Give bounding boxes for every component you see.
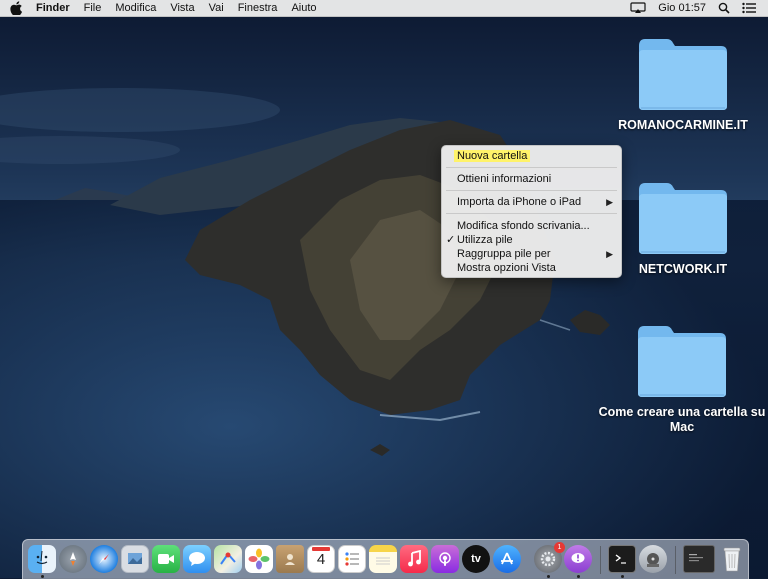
folder-label: ROMANOCARMINE.IT [618,118,748,132]
recent-window-icon[interactable] [683,545,715,573]
folder-icon [638,326,726,397]
menu-item-importa-iphone[interactable]: Importa da iPhone o iPad [457,195,613,209]
folder-icon [639,183,727,254]
menu-item-label: Utilizza pile [457,234,513,246]
apple-menu-icon[interactable] [9,1,23,15]
folder-icon [639,39,727,110]
menu-item-nuova-cartella[interactable]: Nuova cartella [454,149,531,163]
desktop-folder[interactable]: ROMANOCARMINE.IT [603,36,763,133]
menu-aiuto[interactable]: Aiuto [291,2,316,14]
contacts-icon[interactable] [276,545,304,573]
menu-item-raggruppa-pile[interactable]: Raggruppa pile per [457,247,551,261]
submenu-arrow-icon: ▶ [606,197,613,207]
menu-item-label: Raggruppa pile per [457,248,551,260]
terminal-icon[interactable] [608,545,636,573]
menu-modifica[interactable]: Modifica [115,2,156,14]
menu-item-ottieni-informazioni[interactable]: Ottieni informazioni [457,172,551,186]
menu-separator [446,190,617,191]
menu-vista[interactable]: Vista [170,2,194,14]
spotlight-search-icon[interactable] [718,2,730,14]
facetime-icon[interactable] [152,545,180,573]
feedback-assistant-icon[interactable] [564,545,592,573]
preview-icon[interactable] [121,545,149,573]
menu-file[interactable]: File [84,2,102,14]
checkmark-icon: ✓ [446,234,456,246]
desktop-folder[interactable]: NETCWORK.IT [603,180,763,277]
dock-divider [675,546,676,574]
reminders-icon[interactable] [338,545,366,573]
submenu-arrow-icon: ▶ [606,249,613,259]
airplay-display-icon[interactable] [630,2,646,14]
menu-item-label: Importa da iPhone o iPad [457,196,582,208]
desktop-folder[interactable]: Come creare una cartella su Mac [596,323,768,435]
dock: 4 tv 1 [22,539,749,579]
desktop-context-menu: Nuova cartella Ottieni informazioni Impo… [441,145,622,278]
menu-separator [446,167,617,168]
menu-finestra[interactable]: Finestra [238,2,278,14]
menu-clock[interactable]: Gio 01:57 [658,2,706,14]
menu-item-utilizza-pile[interactable]: Utilizza pile [457,233,513,247]
messages-icon[interactable] [183,545,211,573]
folder-label: NETCWORK.IT [638,262,728,276]
notification-badge: 1 [554,542,565,553]
menu-vai[interactable]: Vai [209,2,224,14]
notification-center-icon[interactable] [742,2,756,14]
menu-item-mostra-opzioni-vista[interactable]: Mostra opzioni Vista [457,261,556,275]
menu-separator [446,213,617,214]
apple-tv-label: tv [471,553,481,565]
podcasts-icon[interactable] [431,545,459,573]
finder-icon[interactable] [28,545,56,573]
folder-label: Come creare una cartella su Mac [598,405,766,434]
menu-item-label: Mostra opzioni Vista [457,262,556,274]
maps-icon[interactable] [214,545,242,573]
safari-icon[interactable] [90,545,118,573]
apple-tv-icon[interactable]: tv [462,545,490,573]
app-store-icon[interactable] [493,545,521,573]
music-icon[interactable] [400,545,428,573]
menu-item-label: Modifica sfondo scrivania... [457,220,590,232]
disk-utility-icon[interactable] [639,545,667,573]
menu-item-modifica-sfondo[interactable]: Modifica sfondo scrivania... [457,219,590,233]
photos-icon[interactable] [245,545,273,573]
menu-item-label: Nuova cartella [454,150,531,162]
notes-icon[interactable] [369,545,397,573]
system-preferences-icon[interactable]: 1 [534,542,565,573]
menu-bar: Finder File Modifica Vista Vai Finestra … [0,0,768,17]
calendar-icon[interactable]: 4 [307,545,335,573]
menu-item-label: Ottieni informazioni [457,173,552,185]
trash-icon[interactable] [718,545,746,573]
calendar-day: 4 [316,551,326,568]
dock-divider [600,546,601,574]
launchpad-icon[interactable] [59,545,87,573]
menu-finder[interactable]: Finder [36,2,70,14]
